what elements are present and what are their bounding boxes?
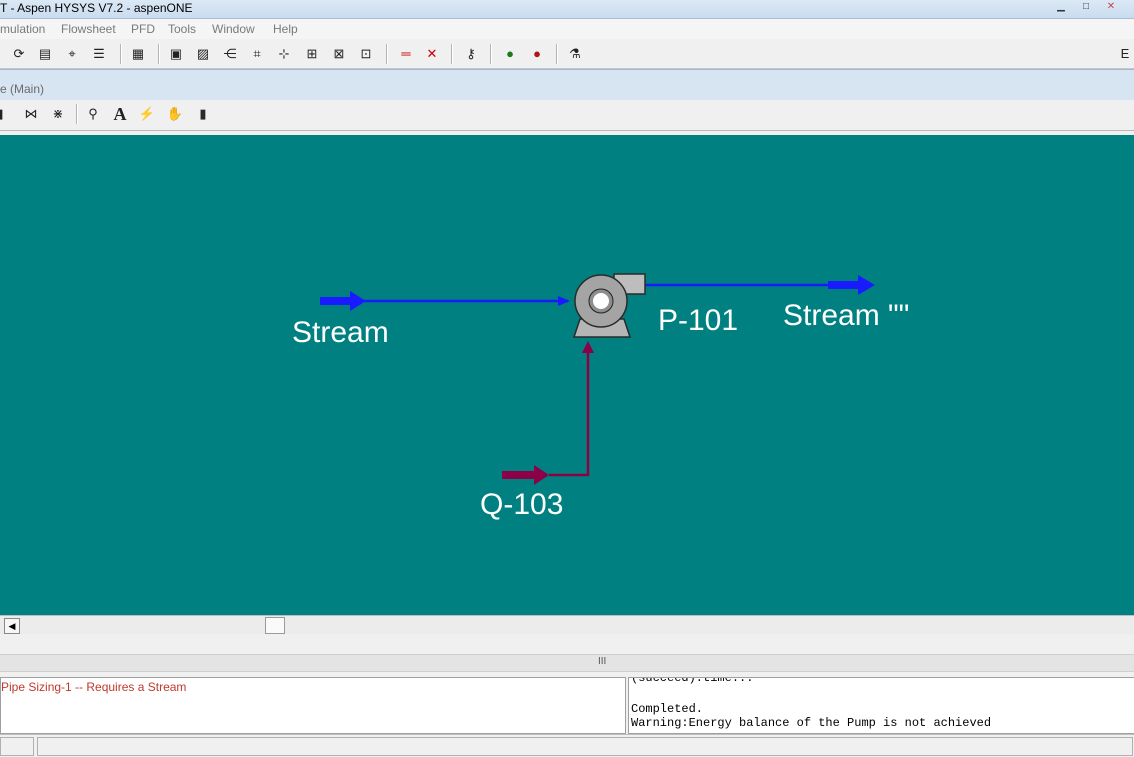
energy-stream[interactable] <box>502 341 594 485</box>
connect-icon[interactable]: ⌗ <box>248 45 266 63</box>
main-toolbar: ⟳ ▤ ⌖ ☰ ▦ ▣ ▨ ⋲ ⌗ ⊹ ⊞ ⊠ ⊡ ═ ✕ ⚷ ● ● ⚗ E <box>0 40 1134 69</box>
status-cell <box>37 737 1133 756</box>
trace-line: Warning:Energy balance of the Pump is no… <box>631 716 992 730</box>
spreadsheet-icon[interactable]: ⊞ <box>303 45 321 63</box>
trace-line: Completed. <box>631 702 704 716</box>
horizontal-scrollbar[interactable]: ◀ <box>0 615 1134 634</box>
menu-window[interactable]: Window <box>212 22 255 36</box>
menu-flowsheet[interactable]: Flowsheet <box>61 22 116 36</box>
toolbar-separator <box>158 44 160 64</box>
traffic-light-icon[interactable]: ▮ <box>194 105 212 123</box>
status-bar <box>0 734 1134 757</box>
pump-p101[interactable] <box>572 273 646 338</box>
toolbar-separator <box>386 44 388 64</box>
crossing-streams-icon[interactable]: ✕ <box>423 45 441 63</box>
menu-simulation[interactable]: mulation <box>0 22 45 36</box>
pane-splitter[interactable]: III <box>0 654 1134 672</box>
split-icon[interactable]: ⋇ <box>49 105 67 123</box>
toolbar-separator <box>76 104 78 124</box>
grid-icon[interactable]: ▦ <box>129 45 147 63</box>
data-recorder-icon[interactable]: ▨ <box>194 45 212 63</box>
text-icon[interactable]: A <box>111 105 129 123</box>
window-title: T - Aspen HYSYS V7.2 - aspenONE <box>0 1 193 15</box>
inlet-stream-label: Stream <box>292 316 389 349</box>
recycle-icon[interactable]: ⟳ <box>10 45 28 63</box>
maximize-button[interactable]: □ <box>1075 2 1097 14</box>
splitter-grip-icon[interactable]: III <box>598 656 606 667</box>
menu-bar: mulation Flowsheet PFD Tools Window Help <box>0 19 1134 39</box>
pfd-icon[interactable]: ▣ <box>167 45 185 63</box>
workbook-icon[interactable]: ▤ <box>36 45 54 63</box>
pump-green-icon[interactable]: ● <box>501 45 519 63</box>
inlet-stream[interactable] <box>320 291 570 311</box>
toolbar-separator <box>451 44 453 64</box>
zoom-icon[interactable]: ⚲ <box>84 105 102 123</box>
pfd-window-title: e (Main) <box>0 82 45 96</box>
scroll-thumb[interactable] <box>265 617 285 634</box>
toolbar-separator <box>490 44 492 64</box>
trace-pane: (succeed).time... Completed. Warning:Ene… <box>628 677 1134 734</box>
case-study-icon[interactable]: ⊠ <box>330 45 348 63</box>
status-cell <box>0 737 34 756</box>
workspace-gap <box>0 634 1134 654</box>
title-bar: T - Aspen HYSYS V7.2 - aspenONE ▁ □ ✕ <box>0 0 1134 19</box>
key-icon[interactable]: ⚷ <box>462 45 480 63</box>
pump-label: P-101 <box>658 304 738 337</box>
menu-pfd[interactable]: PFD <box>131 22 155 36</box>
scroll-left-icon[interactable]: ◀ <box>4 618 20 634</box>
attach-icon[interactable]: ⋈ <box>22 105 40 123</box>
overflow-label: E <box>1120 46 1130 61</box>
toolbar-separator <box>120 44 122 64</box>
outlet-stream[interactable] <box>645 275 875 295</box>
energy-stream-label: Q-103 <box>480 488 563 521</box>
status-message: Pipe Sizing-1 -- Requires a Stream <box>1 680 187 694</box>
outlet-stream-label: Stream "" <box>783 299 909 332</box>
break-icon[interactable]: ▮ <box>0 105 4 123</box>
lightning-icon[interactable]: ⚡ <box>138 105 156 123</box>
object-status-pane: Pipe Sizing-1 -- Requires a Stream <box>0 677 626 734</box>
flask-icon[interactable]: ⚗ <box>566 45 584 63</box>
pfd-window-titlebar: e (Main) <box>0 69 1134 100</box>
pfd-toolbar: ▮ ⋈ ⋇ ⚲ A ⚡ ✋ ▮ <box>0 100 1134 131</box>
component-list-icon[interactable]: ☰ <box>90 45 108 63</box>
pump-red-icon[interactable]: ● <box>528 45 546 63</box>
mixer-icon[interactable]: ⋲ <box>221 45 239 63</box>
tree-icon[interactable]: ⊹ <box>275 45 293 63</box>
trace-line: (succeed).time... <box>631 677 754 685</box>
optimizer-icon[interactable]: ⊡ <box>357 45 375 63</box>
menu-help[interactable]: Help <box>273 22 298 36</box>
minimize-button[interactable]: ▁ <box>1050 2 1072 14</box>
pan-icon[interactable]: ✋ <box>166 105 184 123</box>
flowsheet-diagram: Stream P-101 Stream "" Q-103 <box>292 273 909 521</box>
binoculars-icon[interactable]: ⌖ <box>63 45 81 63</box>
pfd-canvas[interactable]: Stream P-101 Stream "" Q-103 <box>0 135 1134 615</box>
red-line-icon[interactable]: ═ <box>397 45 415 63</box>
menu-tools[interactable]: Tools <box>168 22 196 36</box>
toolbar-separator <box>556 44 558 64</box>
close-button[interactable]: ✕ <box>1100 2 1122 14</box>
